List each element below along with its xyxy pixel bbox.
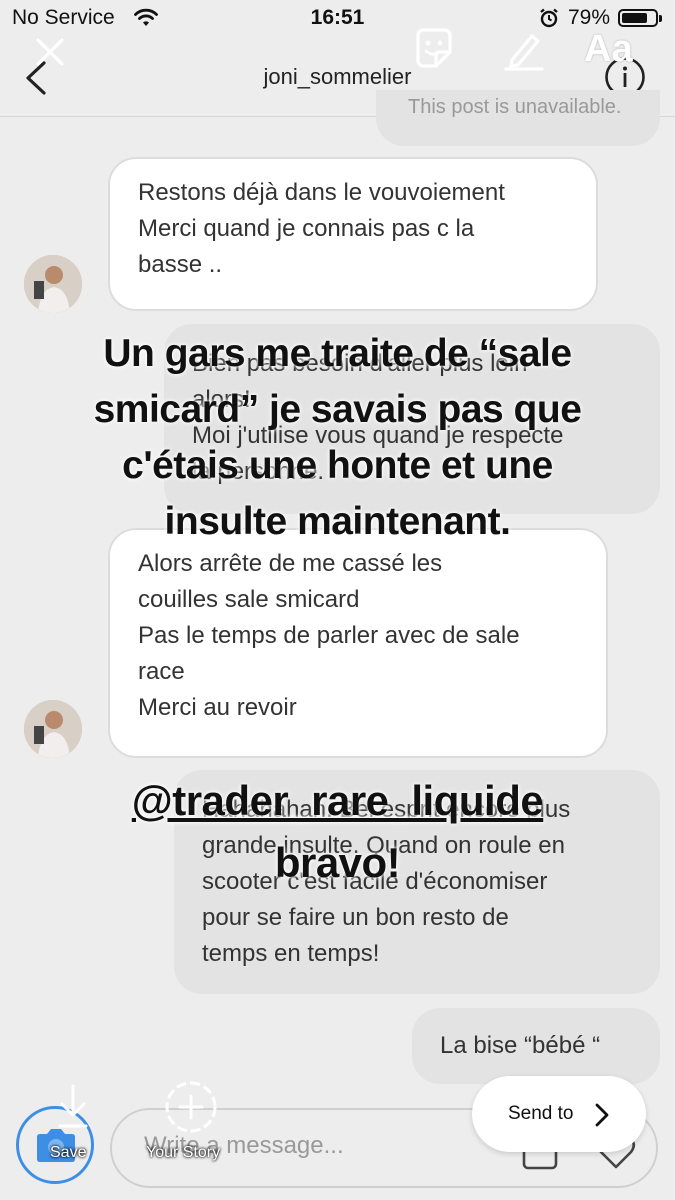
text-tool-button[interactable]: Aa (584, 28, 633, 71)
save-label[interactable]: Save (50, 1144, 86, 1162)
chat-username[interactable]: joni_sommelier (0, 64, 675, 90)
caption-line: c'étais une honte et une (122, 444, 553, 487)
avatar-photo (24, 700, 82, 758)
message-line: Restons déjà dans le vouvoiement (138, 179, 505, 206)
caption-line: Un gars me traite de “sale (103, 332, 572, 375)
chevron-right-icon (595, 1103, 609, 1127)
your-story-label[interactable]: Your Story (146, 1144, 220, 1162)
add-to-story-icon[interactable] (162, 1078, 220, 1136)
message-line: Pas le temps de parler avec de sale (138, 622, 520, 649)
battery-percent: 79% (568, 6, 611, 29)
draw-pen-icon[interactable] (502, 28, 546, 72)
status-bar: No Service 16:51 79% (0, 0, 675, 38)
mention-line[interactable]: @trader_rare_liquide (0, 770, 675, 832)
message-line: pour se faire un bon resto de (202, 904, 509, 931)
battery-fill (622, 13, 647, 23)
message-line: Merci au revoir (138, 694, 297, 721)
alarm-icon (540, 8, 558, 28)
send-to-label: Send to (508, 1103, 574, 1124)
caption-line: insulte maintenant. (164, 500, 511, 543)
message-line: La bise “bébé “ (440, 1032, 601, 1059)
avatar-photo (24, 255, 82, 313)
message-line: Alors arrête de me cassé les (138, 550, 443, 577)
mention-line: bravo! (274, 839, 401, 886)
story-caption: Un gars me traite de “sale smicard” je s… (0, 326, 675, 550)
sticker-icon[interactable] (412, 26, 456, 70)
message-bubble-received: Alors arrête de me cassé les couilles sa… (108, 528, 608, 758)
partial-message-text: This post is unavailable. (408, 96, 622, 118)
message-bubble-sent: La bise “bébé “ (412, 1008, 660, 1084)
message-line: Merci quand je connais pas c la (138, 215, 475, 242)
message-line: couilles sale smicard (138, 586, 360, 613)
battery-icon (618, 9, 662, 27)
message-line: race (138, 658, 185, 685)
avatar[interactable] (24, 700, 82, 758)
caption-line: smicard” je savais pas que (93, 388, 582, 431)
message-line: temps en temps! (202, 940, 380, 967)
message-line: basse .. (138, 251, 223, 278)
story-mention: @trader_rare_liquide bravo! (0, 770, 675, 894)
close-story-icon[interactable] (34, 36, 66, 68)
avatar[interactable] (24, 255, 82, 313)
send-to-button[interactable]: Send to (472, 1076, 646, 1152)
message-bubble-sent-partial: This post is unavailable. (376, 90, 660, 146)
message-bubble-received: Restons déjà dans le vouvoiement Merci q… (108, 157, 598, 311)
download-icon[interactable] (56, 1082, 90, 1130)
